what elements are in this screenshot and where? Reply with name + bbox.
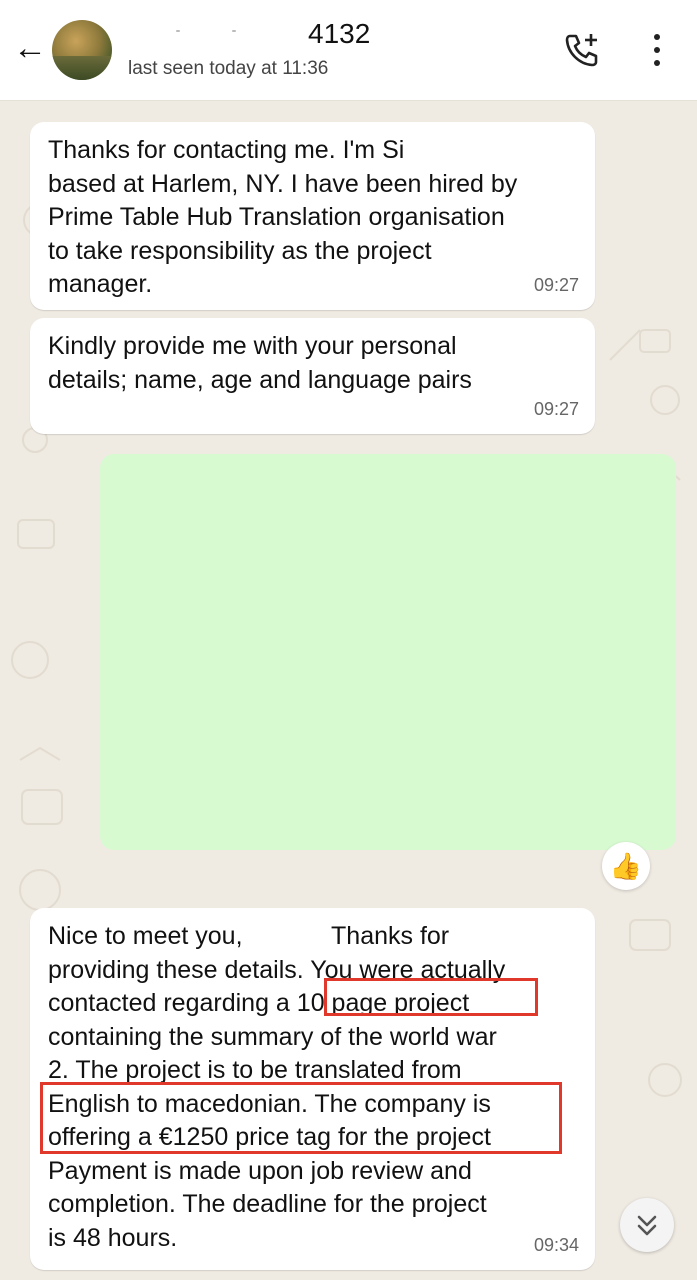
add-call-icon[interactable] <box>562 30 602 70</box>
message-line: based at Harlem, NY. I have been hired b… <box>48 169 518 198</box>
message-line: is 48 hours. <box>48 1223 178 1252</box>
highlight-box <box>40 1082 562 1154</box>
message-line: manager. <box>48 270 153 298</box>
redacted-name <box>128 28 288 46</box>
message-line: Prime Table Hub Translation organisation <box>48 203 505 231</box>
highlight-box <box>324 978 538 1016</box>
message-line: containing the summary of the world war <box>48 1022 497 1051</box>
message-time: 09:34 <box>533 1234 579 1255</box>
message-line: Kindly provide me with your personal <box>48 332 457 360</box>
message-fragment: contacted regarding a <box>48 989 290 1017</box>
thumbs-up-reaction[interactable]: 👍 <box>602 842 650 890</box>
redacted-text <box>242 920 325 950</box>
more-vert-icon[interactable] <box>640 30 674 70</box>
message-line: Nice to meet you, Thanks for <box>48 920 581 954</box>
message-time: 09:27 <box>533 398 579 419</box>
message-fragment: Thanks for <box>331 922 450 950</box>
scroll-to-bottom-button[interactable] <box>620 1198 674 1252</box>
last-seen-status: last seen today at 11:36 <box>128 58 329 79</box>
message-time: 09:27 <box>533 274 579 295</box>
outgoing-message-redacted[interactable] <box>100 454 676 850</box>
message-bubble-incoming[interactable]: Kindly provide me with your personal det… <box>30 318 595 434</box>
arrow-left-icon[interactable]: ← <box>12 30 48 66</box>
contact-name: 4132 <box>308 18 371 49</box>
chat-area[interactable]: Thanks for contacting me. I'm Si based a… <box>0 100 697 1280</box>
double-chevron-down-icon <box>637 1215 657 1236</box>
chat-header: ← 4132 last seen today at 11:36 <box>0 0 697 101</box>
message-fragment: Nice to meet you, <box>48 922 243 950</box>
message-line: details; name, age and language pairs <box>48 365 472 394</box>
message-line: to take responsibility as the project <box>48 236 432 265</box>
redacted-text <box>490 134 585 170</box>
avatar[interactable] <box>52 20 112 80</box>
message-bubble-incoming[interactable]: Thanks for contacting me. I'm Si based a… <box>30 122 595 310</box>
message-line: completion. The deadline for the project <box>48 1190 487 1218</box>
message-text: Kindly provide me with your personal det… <box>48 330 581 397</box>
message-line: Payment is made upon job review and <box>48 1156 472 1185</box>
